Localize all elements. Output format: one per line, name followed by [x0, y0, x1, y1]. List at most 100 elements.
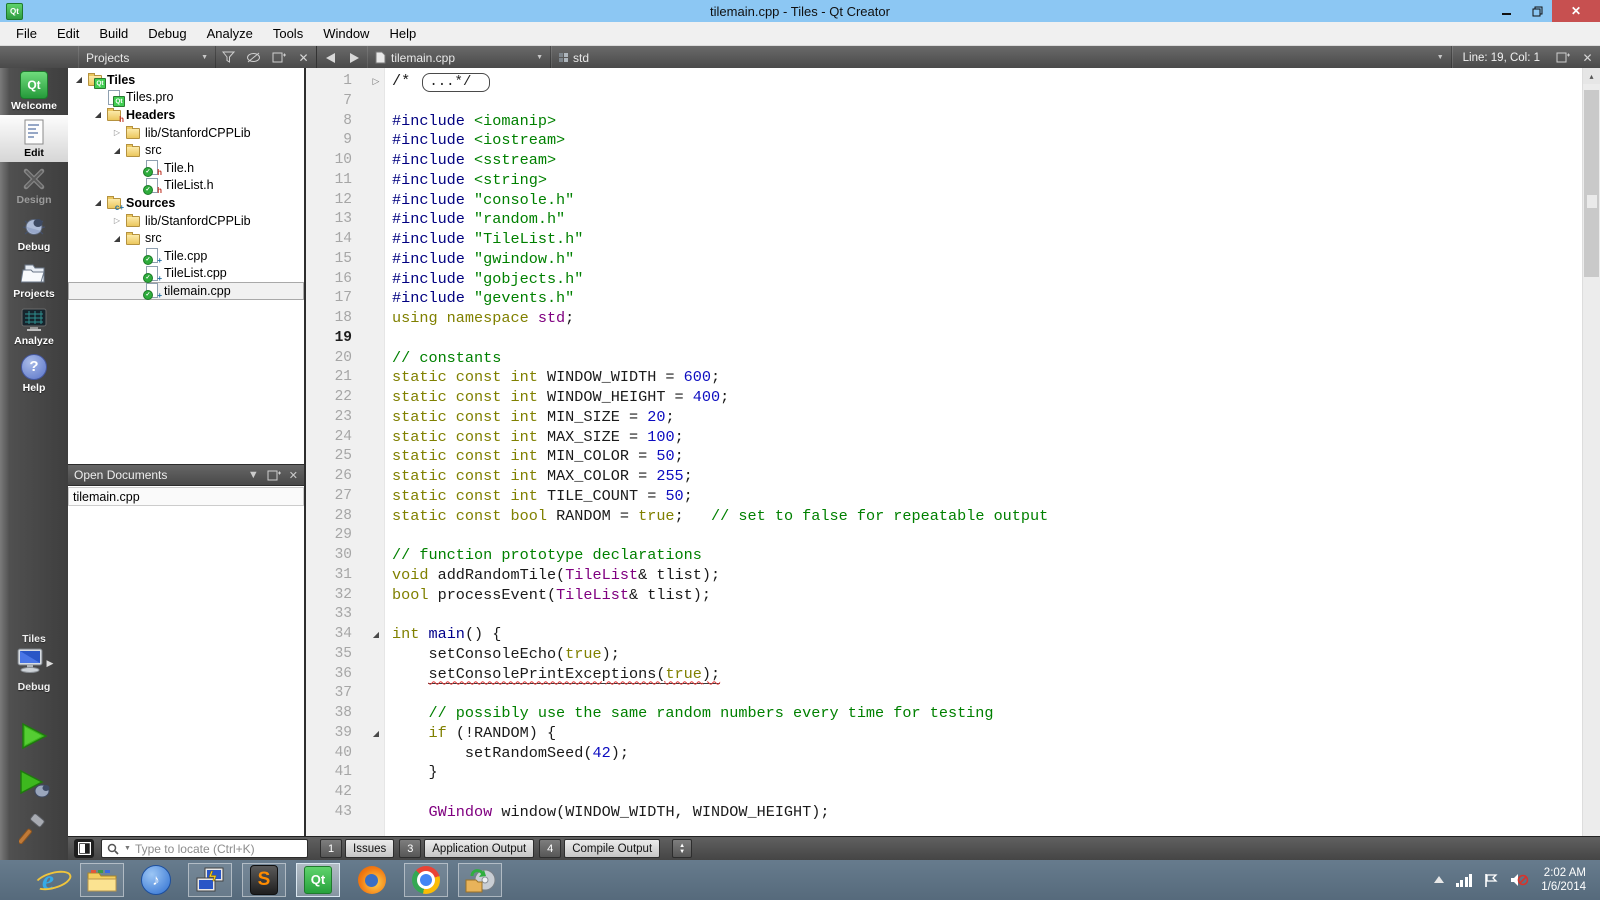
run-button[interactable] — [18, 720, 50, 757]
tree-item-tilelist-h[interactable]: h✓TileList.h — [68, 177, 304, 195]
menu-tools[interactable]: Tools — [263, 22, 313, 45]
go-forward-icon[interactable] — [342, 46, 367, 69]
network-signal-icon[interactable] — [1456, 874, 1473, 887]
close-editor-icon[interactable]: ✕ — [1575, 46, 1600, 69]
mode-debug[interactable]: Debug — [0, 209, 68, 256]
pane-button[interactable]: Compile Output — [564, 839, 660, 858]
code-line-28[interactable]: 28static const bool RANDOM = true; // se… — [306, 507, 1582, 527]
code-line-37[interactable]: 37 — [306, 684, 1582, 704]
taskbar-file-explorer[interactable] — [80, 863, 124, 897]
code-line-42[interactable]: 42 — [306, 783, 1582, 803]
fold-marker-icon[interactable]: ◢ — [368, 724, 384, 744]
toggle-sidebar-icon[interactable] — [74, 839, 94, 858]
tree-item-src[interactable]: ◢src — [68, 141, 304, 159]
code-line-26[interactable]: 26static const int MAX_COLOR = 255; — [306, 467, 1582, 487]
code-line-35[interactable]: 35 setConsoleEcho(true); — [306, 645, 1582, 665]
fold-marker-icon[interactable]: ◢ — [368, 625, 384, 645]
restore-button[interactable] — [1522, 0, 1552, 22]
code-line-14[interactable]: 14#include "TileList.h" — [306, 230, 1582, 250]
mode-analyze[interactable]: Analyze — [0, 303, 68, 350]
open-file-combo[interactable]: tilemain.cpp ▼ — [367, 46, 551, 69]
collapsed-region-box[interactable]: ...*/ — [422, 73, 490, 92]
expand-collapse-icon[interactable]: ◢ — [91, 198, 105, 207]
expand-collapse-icon[interactable]: ◢ — [72, 75, 86, 84]
split-panel-icon[interactable] — [267, 469, 281, 482]
expand-collapse-icon[interactable]: ◢ — [110, 146, 124, 155]
code-line-25[interactable]: 25static const int MIN_COLOR = 50; — [306, 447, 1582, 467]
close-button[interactable]: ✕ — [1552, 0, 1600, 22]
tree-item-tilemain-cpp[interactable]: +✓tilemain.cpp — [68, 282, 304, 300]
code-line-20[interactable]: 20// constants — [306, 349, 1582, 369]
code-line-17[interactable]: 17#include "gevents.h" — [306, 289, 1582, 309]
code-editor[interactable]: 1▷/* ...*/78#include <iomanip>9#include … — [306, 68, 1582, 836]
pane-number-badge[interactable]: 3 — [399, 839, 421, 858]
menu-file[interactable]: File — [6, 22, 47, 45]
tree-item-tiles-pro[interactable]: QtTiles.pro — [68, 89, 304, 107]
open-document-item[interactable]: tilemain.cpp — [68, 487, 304, 506]
locator-input[interactable]: ▼ Type to locate (Ctrl+K) — [101, 839, 308, 858]
code-line-13[interactable]: 13#include "random.h" — [306, 210, 1582, 230]
code-line-30[interactable]: 30// function prototype declarations — [306, 546, 1582, 566]
menu-debug[interactable]: Debug — [138, 22, 196, 45]
code-line-12[interactable]: 12#include "console.h" — [306, 191, 1582, 211]
code-line-18[interactable]: 18using namespace std; — [306, 309, 1582, 329]
code-line-16[interactable]: 16#include "gobjects.h" — [306, 270, 1582, 290]
taskbar-installer[interactable] — [458, 863, 502, 897]
pane-selector-combo[interactable]: Projects ▼ — [78, 46, 216, 69]
split-panel-icon[interactable] — [266, 46, 291, 69]
scroll-up-icon[interactable]: ▴ — [1583, 68, 1600, 84]
clock[interactable]: 2:02 AM 1/6/2014 — [1541, 866, 1586, 894]
code-line-15[interactable]: 15#include "gwindow.h" — [306, 250, 1582, 270]
tree-item-lib-stanfordcpplib[interactable]: ▷lib/StanfordCPPLib — [68, 212, 304, 230]
scrollbar-thumb[interactable] — [1584, 90, 1599, 277]
minimize-button[interactable] — [1492, 0, 1522, 22]
debug-run-button[interactable] — [17, 767, 51, 804]
code-line-31[interactable]: 31void addRandomTile(TileList& tlist); — [306, 566, 1582, 586]
pane-number-badge[interactable]: 1 — [320, 839, 342, 858]
mode-edit[interactable]: Edit — [0, 115, 68, 162]
menu-build[interactable]: Build — [89, 22, 138, 45]
tree-item-headers[interactable]: ◢hHeaders — [68, 106, 304, 124]
split-editor-icon[interactable] — [1550, 46, 1575, 69]
taskbar-sublime-text[interactable]: S — [242, 863, 286, 897]
menu-help[interactable]: Help — [379, 22, 426, 45]
tree-item-tile-cpp[interactable]: +✓Tile.cpp — [68, 247, 304, 265]
code-line-24[interactable]: 24static const int MAX_SIZE = 100; — [306, 428, 1582, 448]
pane-button[interactable]: Application Output — [424, 839, 534, 858]
fold-marker-icon[interactable]: ▷ — [368, 72, 384, 92]
taskbar-qt-creator[interactable]: Qt — [296, 863, 340, 897]
action-center-flag-icon[interactable] — [1484, 873, 1498, 888]
code-line-40[interactable]: 40 setRandomSeed(42); — [306, 744, 1582, 764]
code-line-33[interactable]: 33 — [306, 605, 1582, 625]
mode-welcome[interactable]: QtWelcome — [0, 68, 68, 115]
menu-analyze[interactable]: Analyze — [197, 22, 263, 45]
code-line-8[interactable]: 8#include <iomanip> — [306, 112, 1582, 132]
code-line-41[interactable]: 41 } — [306, 763, 1582, 783]
code-line-9[interactable]: 9#include <iostream> — [306, 131, 1582, 151]
tree-item-lib-stanfordcpplib[interactable]: ▷lib/StanfordCPPLib — [68, 124, 304, 142]
tree-item-tilelist-cpp[interactable]: +✓TileList.cpp — [68, 265, 304, 283]
mode-help[interactable]: ?Help — [0, 350, 68, 397]
tree-item-tile-h[interactable]: h✓Tile.h — [68, 159, 304, 177]
go-back-icon[interactable] — [317, 46, 342, 69]
taskbar-internet-explorer[interactable]: e — [26, 863, 70, 897]
hidden-icons-arrow-icon[interactable] — [1434, 876, 1444, 884]
link-with-editor-icon[interactable] — [241, 46, 266, 69]
close-panel-icon[interactable]: ✕ — [291, 46, 316, 69]
volume-muted-icon[interactable] — [1510, 872, 1529, 888]
filter-tree-icon[interactable] — [216, 46, 241, 69]
tree-item-tiles[interactable]: ◢QtTiles — [68, 71, 304, 89]
build-button[interactable] — [19, 814, 49, 849]
pane-button[interactable]: Issues — [345, 839, 394, 858]
code-line-29[interactable]: 29 — [306, 526, 1582, 546]
code-line-27[interactable]: 27static const int TILE_COUNT = 50; — [306, 487, 1582, 507]
pane-navigation-arrows[interactable]: ▲▼ — [672, 839, 692, 858]
code-line-36[interactable]: 36 setConsolePrintExceptions(true); — [306, 665, 1582, 685]
code-line-10[interactable]: 10#include <sstream> — [306, 151, 1582, 171]
expand-collapse-icon[interactable]: ▷ — [110, 128, 124, 137]
expand-collapse-icon[interactable]: ▷ — [110, 216, 124, 225]
close-panel-icon[interactable]: ✕ — [289, 469, 298, 482]
code-line-34[interactable]: 34◢int main() { — [306, 625, 1582, 645]
code-line-38[interactable]: 38 // possibly use the same random numbe… — [306, 704, 1582, 724]
code-line-23[interactable]: 23static const int MIN_SIZE = 20; — [306, 408, 1582, 428]
